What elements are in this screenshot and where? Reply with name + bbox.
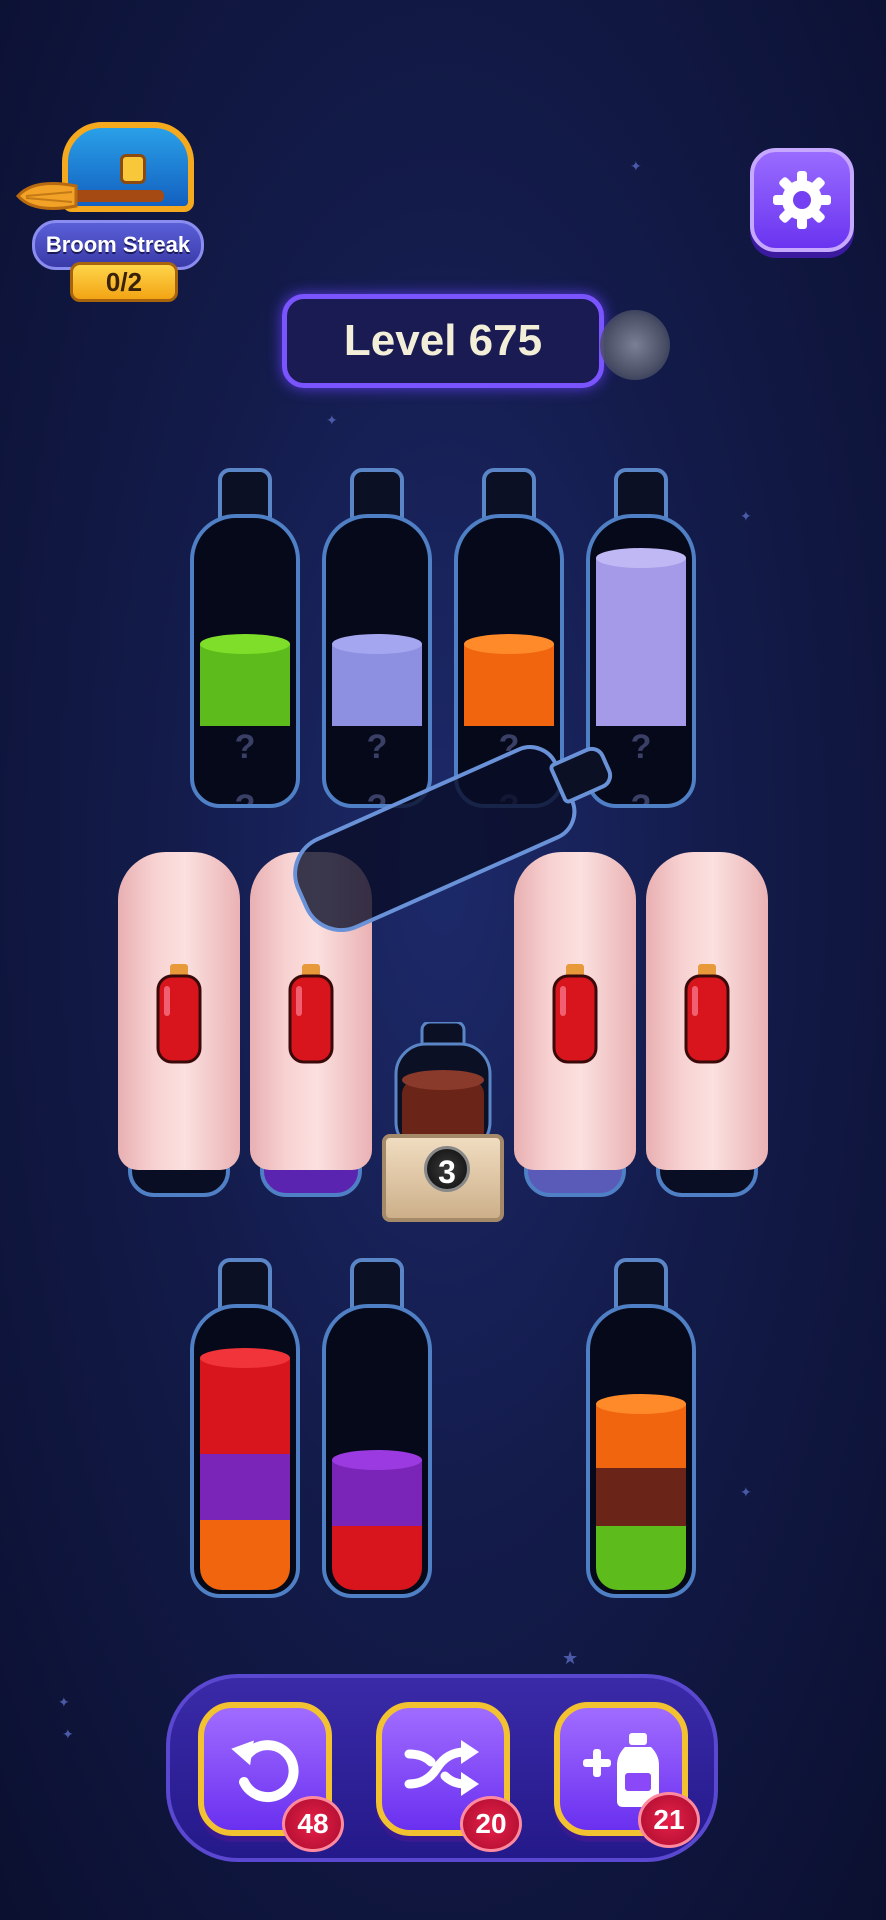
star-decoration: ★ xyxy=(562,1648,579,1668)
unlock-crate: 3 xyxy=(382,1134,504,1222)
undo-icon xyxy=(231,1740,299,1803)
settings-button[interactable] xyxy=(750,148,854,252)
potion-icon xyxy=(156,964,202,1064)
liquid-surface xyxy=(200,634,290,654)
liquid-surface xyxy=(332,634,422,654)
undo-count-badge: 48 xyxy=(282,1796,344,1852)
liquid-layer-purple xyxy=(200,1454,290,1520)
liquid-surface xyxy=(596,1394,686,1414)
liquid-layer-red xyxy=(200,1358,290,1454)
level-indicator: Level 675 xyxy=(282,294,604,388)
bottle-body: ? ? xyxy=(190,514,300,808)
gear-icon xyxy=(773,171,831,229)
liquid-surface xyxy=(332,1450,422,1470)
cloth-cover xyxy=(514,852,636,1170)
covered-bottle-4[interactable] xyxy=(646,852,768,1197)
shuffle-count-badge: 20 xyxy=(460,1796,522,1852)
liquid-surface xyxy=(464,634,554,654)
bottle-top-2[interactable]: ? ? xyxy=(322,468,432,808)
star-decoration: ✦ xyxy=(326,412,338,428)
streak-count: 0/2 xyxy=(70,262,178,302)
broom-streak-badge[interactable]: Broom Streak 0/2 xyxy=(14,118,210,302)
bottle-top-1[interactable]: ? ? xyxy=(190,468,300,808)
liquid-surface xyxy=(200,1348,290,1368)
star-decoration: ✦ xyxy=(62,1726,74,1742)
potion-icon xyxy=(552,964,598,1064)
broom-icon xyxy=(15,182,164,210)
potion-icon xyxy=(288,964,334,1064)
bottle-bottom-1[interactable] xyxy=(190,1258,300,1598)
star-decoration: ✦ xyxy=(58,1694,70,1710)
star-decoration: ✦ xyxy=(630,158,642,174)
hidden-layer-marker: ? xyxy=(366,728,388,766)
hidden-layer-marker: ? xyxy=(234,788,256,808)
bottle-body xyxy=(322,1304,432,1598)
covered-bottle-1[interactable] xyxy=(118,852,240,1197)
potion-icon xyxy=(684,964,730,1064)
liquid-surface xyxy=(596,548,686,568)
star-decoration: ✦ xyxy=(740,508,752,524)
bottle-bottom-2[interactable] xyxy=(322,1258,432,1598)
covered-bottle-3[interactable] xyxy=(514,852,636,1197)
liquid-layer-red xyxy=(332,1526,422,1590)
cloth-cover xyxy=(646,852,768,1170)
liquid-layer-lavender xyxy=(332,644,422,726)
shuffle-icon xyxy=(404,1740,479,1796)
liquid-layer-green xyxy=(200,644,290,726)
cloth-cover xyxy=(118,852,240,1170)
bottle-bottom-3[interactable] xyxy=(586,1258,696,1598)
liquid-layer-orange xyxy=(464,644,554,726)
liquid-layer-brown xyxy=(596,1468,686,1526)
star-decoration: ✦ xyxy=(740,1484,752,1500)
liquid-layer-green xyxy=(596,1526,686,1590)
liquid-layer-orange xyxy=(200,1520,290,1590)
bottle-body xyxy=(586,1304,696,1598)
bottle-body xyxy=(190,1304,300,1598)
locked-bottle[interactable]: 3 xyxy=(382,1022,504,1222)
bottle-body: ? ? xyxy=(322,514,432,808)
hidden-layer-marker: ? xyxy=(234,728,256,766)
touch-indicator xyxy=(600,310,670,380)
unlock-count: 3 xyxy=(424,1146,470,1192)
liquid-layer-lavender xyxy=(596,558,686,726)
add-bottle-count-badge: 21 xyxy=(638,1792,700,1848)
